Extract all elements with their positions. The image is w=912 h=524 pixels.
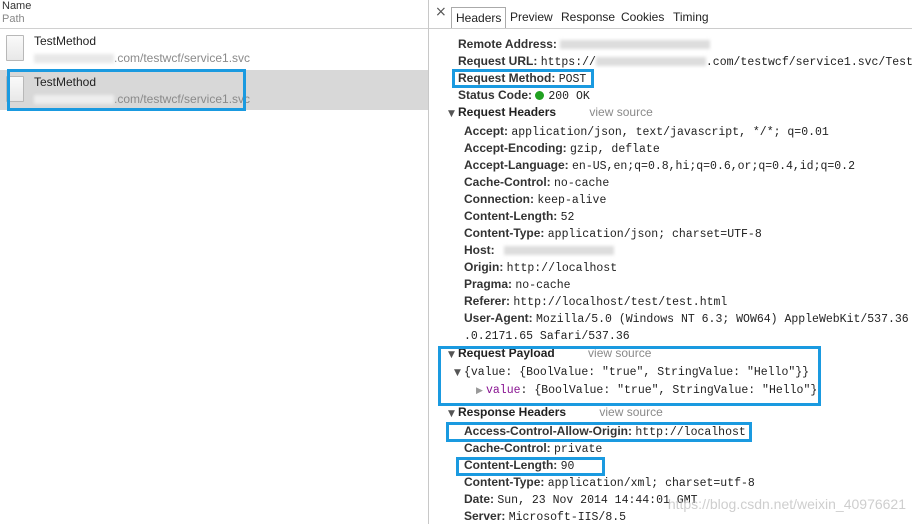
request-payload-section[interactable]: ▼ Request Payload view source — [448, 346, 651, 360]
general-remote-address: Remote Address: — [458, 37, 711, 51]
header-value: application/json, text/javascript, */*; … — [511, 126, 829, 139]
header-row: Date: Sun, 23 Nov 2014 14:44:01 GMT — [464, 492, 698, 507]
view-source-link[interactable]: view source — [588, 346, 651, 360]
document-icon — [6, 76, 24, 102]
payload-root[interactable]: ▼ {value: {BoolValue: "true", StringValue… — [454, 364, 809, 379]
header-row: Content-Length: 90 — [464, 458, 574, 473]
header-key: Content-Type: — [464, 226, 545, 240]
header-key: Accept-Encoding: — [464, 141, 567, 155]
header-value: private — [554, 443, 603, 456]
header-key: Pragma: — [464, 277, 513, 291]
header-key: Cache-Control: — [464, 175, 551, 189]
payload-value-node[interactable]: ▶ value: {BoolValue: "true", StringValue:… — [476, 382, 817, 397]
header-value: http://localhost/test/test.html — [513, 296, 728, 309]
view-source-link[interactable]: view source — [599, 405, 662, 419]
request-details-panel: × Headers Preview Response Cookies Timin… — [429, 0, 912, 524]
header-row: Accept-Encoding: gzip, deflate — [464, 141, 660, 156]
header-value: Mozilla/5.0 (Windows NT 6.3; WOW64) Appl… — [536, 313, 912, 326]
header-key: Access-Control-Allow-Origin: — [464, 424, 633, 438]
header-value: Microsoft-IIS/8.5 — [508, 511, 627, 524]
header-key: Content-Type: — [464, 475, 545, 489]
general-request-url: Request URL: https://.com/testwcf/servic… — [458, 54, 912, 69]
close-icon[interactable]: × — [435, 4, 447, 20]
request-row-selected[interactable]: TestMethod .com/testwcf/service1.svc — [0, 70, 428, 110]
header-key: User-Agent: — [464, 311, 533, 325]
header-value: application/xml; charset=utf-8 — [547, 477, 755, 490]
expand-triangle-icon: ▼ — [448, 350, 455, 360]
header-row: Content-Length: 52 — [464, 209, 574, 224]
header-key: Cache-Control: — [464, 441, 551, 455]
header-row: Content-Type: application/xml; charset=u… — [464, 475, 755, 490]
header-value: gzip, deflate — [570, 143, 660, 156]
header-value: 52 — [560, 211, 575, 224]
request-headers-section[interactable]: ▼ Request Headers view source — [448, 105, 653, 119]
status-ok-icon — [535, 91, 545, 100]
view-source-link[interactable]: view source — [589, 105, 652, 119]
expand-triangle-icon: ▼ — [454, 368, 461, 378]
header-row: Cache-Control: private — [464, 441, 602, 456]
header-row: Accept: application/json, text/javascrip… — [464, 124, 829, 139]
header-value: keep-alive — [537, 194, 607, 207]
header-key: Host: — [464, 243, 495, 257]
header-value: http://localhost — [635, 426, 746, 439]
request-path: .com/testwcf/service1.svc — [34, 92, 250, 106]
header-value: no-cache — [515, 279, 571, 292]
header-key: Referer: — [464, 294, 511, 308]
user-agent-continued: .0.2171.65 Safari/537.36 — [464, 330, 630, 343]
column-name-label: Name — [2, 0, 32, 12]
header-value: en-US,en;q=0.8,hi;q=0.6,or;q=0.4,id;q=0.… — [572, 160, 855, 173]
header-row: Accept-Language: en-US,en;q=0.8,hi;q=0.6… — [464, 158, 855, 173]
document-icon — [6, 35, 24, 61]
header-row: User-Agent: Mozilla/5.0 (Windows NT 6.3;… — [464, 311, 912, 326]
header-value: 90 — [560, 460, 575, 473]
header-value: application/json; charset=UTF-8 — [547, 228, 762, 241]
header-row: Cache-Control: no-cache — [464, 175, 609, 190]
expand-triangle-icon: ▼ — [448, 109, 455, 119]
header-row: Referer: http://localhost/test/test.html — [464, 294, 727, 309]
header-row: Origin: http://localhost — [464, 260, 617, 275]
header-value: no-cache — [554, 177, 610, 190]
header-row: Content-Type: application/json; charset=… — [464, 226, 762, 241]
tab-response[interactable]: Response — [557, 7, 619, 27]
header-key: Content-Length: — [464, 458, 558, 472]
tab-cookies[interactable]: Cookies — [617, 7, 668, 27]
header-key: Accept: — [464, 124, 509, 138]
header-row: Pragma: no-cache — [464, 277, 571, 292]
tab-headers[interactable]: Headers — [451, 7, 507, 28]
request-name: TestMethod — [34, 75, 97, 89]
header-row: Host: — [464, 243, 615, 258]
header-key: Connection: — [464, 192, 534, 206]
header-value: http://localhost — [506, 262, 618, 275]
column-header[interactable]: Name Path — [0, 0, 428, 29]
response-headers-section[interactable]: ▼ Response Headers view source — [448, 405, 663, 419]
request-name: TestMethod — [34, 34, 97, 48]
column-path-label: Path — [2, 13, 25, 25]
header-key: Server: — [464, 509, 506, 523]
header-key: Origin: — [464, 260, 504, 274]
header-key: Accept-Language: — [464, 158, 569, 172]
expand-triangle-icon: ▼ — [448, 409, 455, 419]
tab-underline — [429, 28, 912, 29]
header-key: Content-Length: — [464, 209, 558, 223]
general-status-code: Status Code: 200 OK — [458, 88, 590, 103]
general-request-method: Request Method: POST — [458, 71, 587, 86]
tab-timing[interactable]: Timing — [669, 7, 713, 27]
network-request-list: Name Path TestMethod .com/testwcf/servic… — [0, 0, 428, 524]
header-row: Server: Microsoft-IIS/8.5 — [464, 509, 626, 524]
request-path: .com/testwcf/service1.svc — [34, 51, 250, 65]
tab-preview[interactable]: Preview — [506, 7, 557, 27]
header-row: Access-Control-Allow-Origin: http://loca… — [464, 424, 746, 439]
watermark-text: https://blog.csdn.net/weixin_40976621 — [667, 496, 906, 512]
header-key: Date: — [464, 492, 495, 506]
request-row[interactable]: TestMethod .com/testwcf/service1.svc — [0, 29, 428, 69]
header-row: Connection: keep-alive — [464, 192, 606, 207]
collapse-triangle-icon: ▶ — [476, 386, 483, 396]
